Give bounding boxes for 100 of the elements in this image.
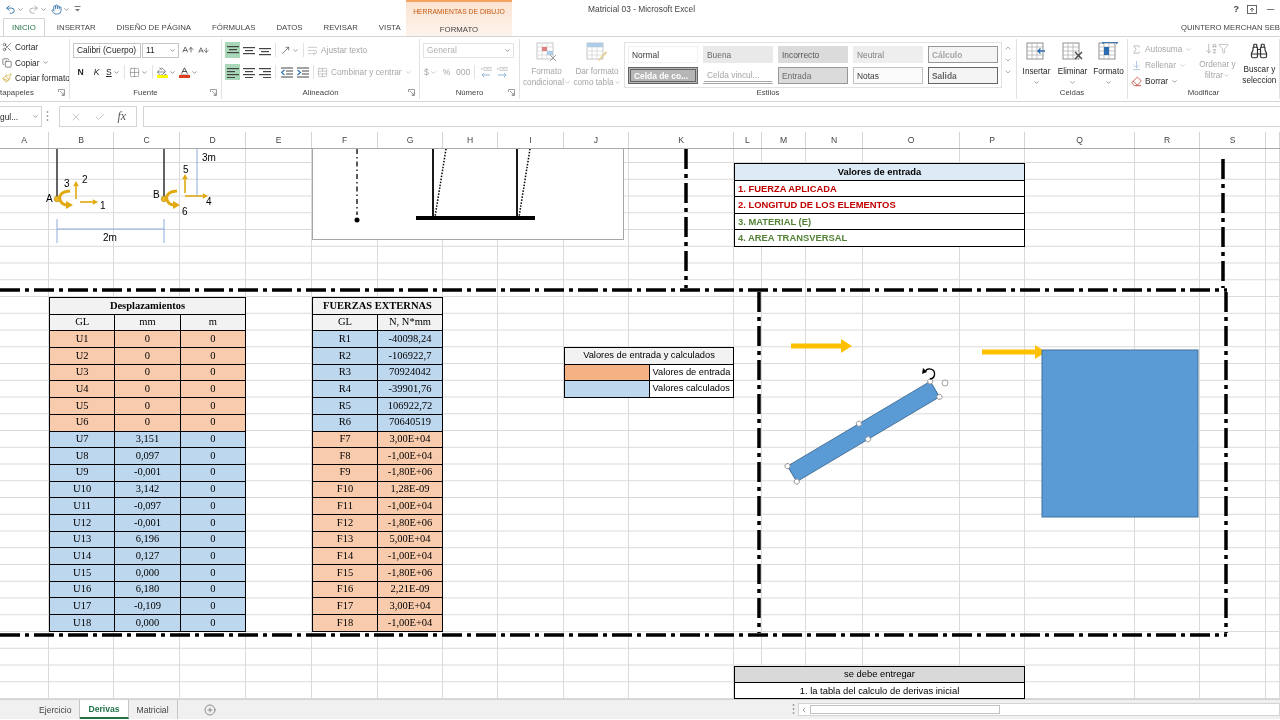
column-header[interactable]: R	[1135, 132, 1200, 148]
caret-icon	[1069, 79, 1076, 87]
table-cell: 0,097	[114, 447, 181, 465]
table-cell: 3,151	[114, 431, 181, 448]
selection-handle-icon[interactable]	[784, 463, 791, 470]
increase-indent-button[interactable]	[295, 64, 310, 80]
sheet-tab[interactable]: Derivas	[80, 700, 129, 719]
dialog-launcher-icon[interactable]	[508, 89, 515, 96]
cut-button[interactable]: Cortar	[2, 39, 41, 55]
touch-mode-button[interactable]	[51, 1, 70, 17]
caret-icon	[1105, 79, 1112, 87]
column-line	[56, 149, 58, 198]
format-cells-icon	[1097, 42, 1120, 62]
selection-handle-icon[interactable]	[865, 436, 872, 443]
dof-label: 5	[183, 164, 189, 175]
fill-color-button[interactable]	[155, 64, 177, 80]
selection-handle-icon[interactable]	[855, 420, 862, 427]
formula-input[interactable]	[143, 106, 1280, 127]
increase-decimals-button[interactable]	[494, 64, 510, 80]
selection-handle-icon[interactable]	[936, 393, 943, 400]
column-header[interactable]: P	[960, 132, 1025, 148]
square-shape[interactable]	[1041, 349, 1199, 518]
dimension-line	[196, 149, 198, 197]
scrollbar-thumb[interactable]	[810, 705, 1000, 714]
format-cells-button[interactable]: Formato	[1092, 40, 1125, 88]
clear-button[interactable]: Borrar	[1131, 73, 1195, 89]
table-cell: 0,000	[114, 614, 181, 632]
column-header[interactable]: A	[0, 132, 49, 148]
rotation-handle-icon[interactable]	[941, 379, 949, 387]
column-header[interactable]: L	[734, 132, 762, 148]
font-shrink-icon	[198, 44, 209, 56]
customize-toolbar-icon[interactable]	[74, 5, 81, 13]
up-arrow	[182, 174, 188, 194]
column-header[interactable]: F	[312, 132, 378, 148]
column-header[interactable]: G	[378, 132, 443, 148]
column-header[interactable]: S	[1200, 132, 1266, 148]
block-arrow-shape[interactable]	[791, 339, 852, 353]
bold-button[interactable]: N	[73, 64, 88, 80]
window-title: Matricial 03 - Microsoft Excel	[588, 4, 696, 14]
delete-cells-button[interactable]: Eliminar	[1056, 40, 1089, 88]
underline-button[interactable]: S	[105, 64, 121, 80]
sheet-tab[interactable]: Matricial	[128, 700, 178, 719]
horizontal-scrollbar[interactable]	[798, 703, 1280, 716]
help-button[interactable]: ?	[1233, 4, 1239, 14]
align-middle-icon	[242, 44, 255, 56]
node-icon	[53, 195, 61, 203]
italic-button[interactable]: K	[89, 64, 104, 80]
copy-button[interactable]: Copiar	[2, 54, 52, 71]
column-header[interactable]: D	[180, 132, 246, 148]
ribbon-options-icon[interactable]	[1247, 4, 1257, 14]
decimal-arrow-icon	[479, 66, 492, 78]
column-header[interactable]: M	[762, 132, 806, 148]
table-cell: -1,00E+04	[377, 614, 443, 632]
font-color-button[interactable]	[177, 64, 199, 80]
column-header[interactable]: B	[49, 132, 114, 148]
table-cell: 70924042	[377, 364, 443, 381]
scroll-up-icon[interactable]	[1004, 44, 1012, 52]
column-header[interactable]: J	[564, 132, 629, 148]
column-header[interactable]: H	[443, 132, 498, 148]
align-left-button[interactable]	[225, 64, 240, 80]
find-select-button[interactable]: Buscar y seleccion	[1240, 40, 1279, 86]
table-cell: R3	[312, 364, 378, 381]
column-header[interactable]: C	[114, 132, 180, 148]
more-styles-icon[interactable]	[1004, 68, 1012, 76]
column-header[interactable]: K	[629, 132, 734, 148]
table-cell: U3	[49, 364, 115, 381]
table-cell: 0,000	[114, 564, 181, 582]
selection-handle-icon[interactable]	[927, 378, 934, 385]
dof-label: 4	[206, 196, 212, 207]
column-header[interactable]: I	[498, 132, 564, 148]
name-box[interactable]: gul...	[0, 106, 42, 127]
column-header[interactable]: Q	[1025, 132, 1135, 148]
insert-cells-button[interactable]: Insertar	[1020, 40, 1053, 88]
scissors-icon	[2, 41, 12, 52]
scroll-down-icon[interactable]	[1004, 56, 1012, 64]
column-header[interactable]: N	[806, 132, 863, 148]
font-size-dropdown[interactable]: 11	[142, 42, 179, 58]
column-header[interactable]: O	[863, 132, 960, 148]
grip-icon[interactable]	[792, 704, 795, 715]
column-header[interactable]: E	[246, 132, 312, 148]
selection-handle-icon[interactable]	[793, 478, 800, 485]
table-cell: R5	[312, 397, 378, 415]
caret-icon	[504, 46, 511, 54]
node-icon	[160, 195, 168, 203]
insert-function-button[interactable]: fx	[117, 109, 127, 124]
add-sheet-icon[interactable]	[203, 703, 216, 716]
decrease-decimals-button[interactable]	[478, 64, 494, 80]
dialog-launcher-icon[interactable]	[408, 89, 415, 96]
decrease-indent-button[interactable]	[279, 64, 294, 80]
dialog-launcher-icon[interactable]	[58, 89, 65, 96]
dialog-launcher-icon[interactable]	[210, 89, 217, 96]
grip-icon[interactable]	[46, 111, 49, 122]
sigma-icon	[1131, 43, 1142, 55]
table-cell: U18	[49, 614, 115, 632]
painter-button[interactable]: Copiar formato	[2, 70, 69, 86]
table-cell: 3. MATERIAL (E)	[734, 213, 1025, 230]
font-name-dropdown[interactable]: Calibri (Cuerpo)	[73, 42, 141, 58]
scroll-left-icon[interactable]	[800, 705, 808, 714]
table-cell: -0,001	[114, 514, 181, 532]
align-top-button[interactable]	[225, 42, 240, 58]
